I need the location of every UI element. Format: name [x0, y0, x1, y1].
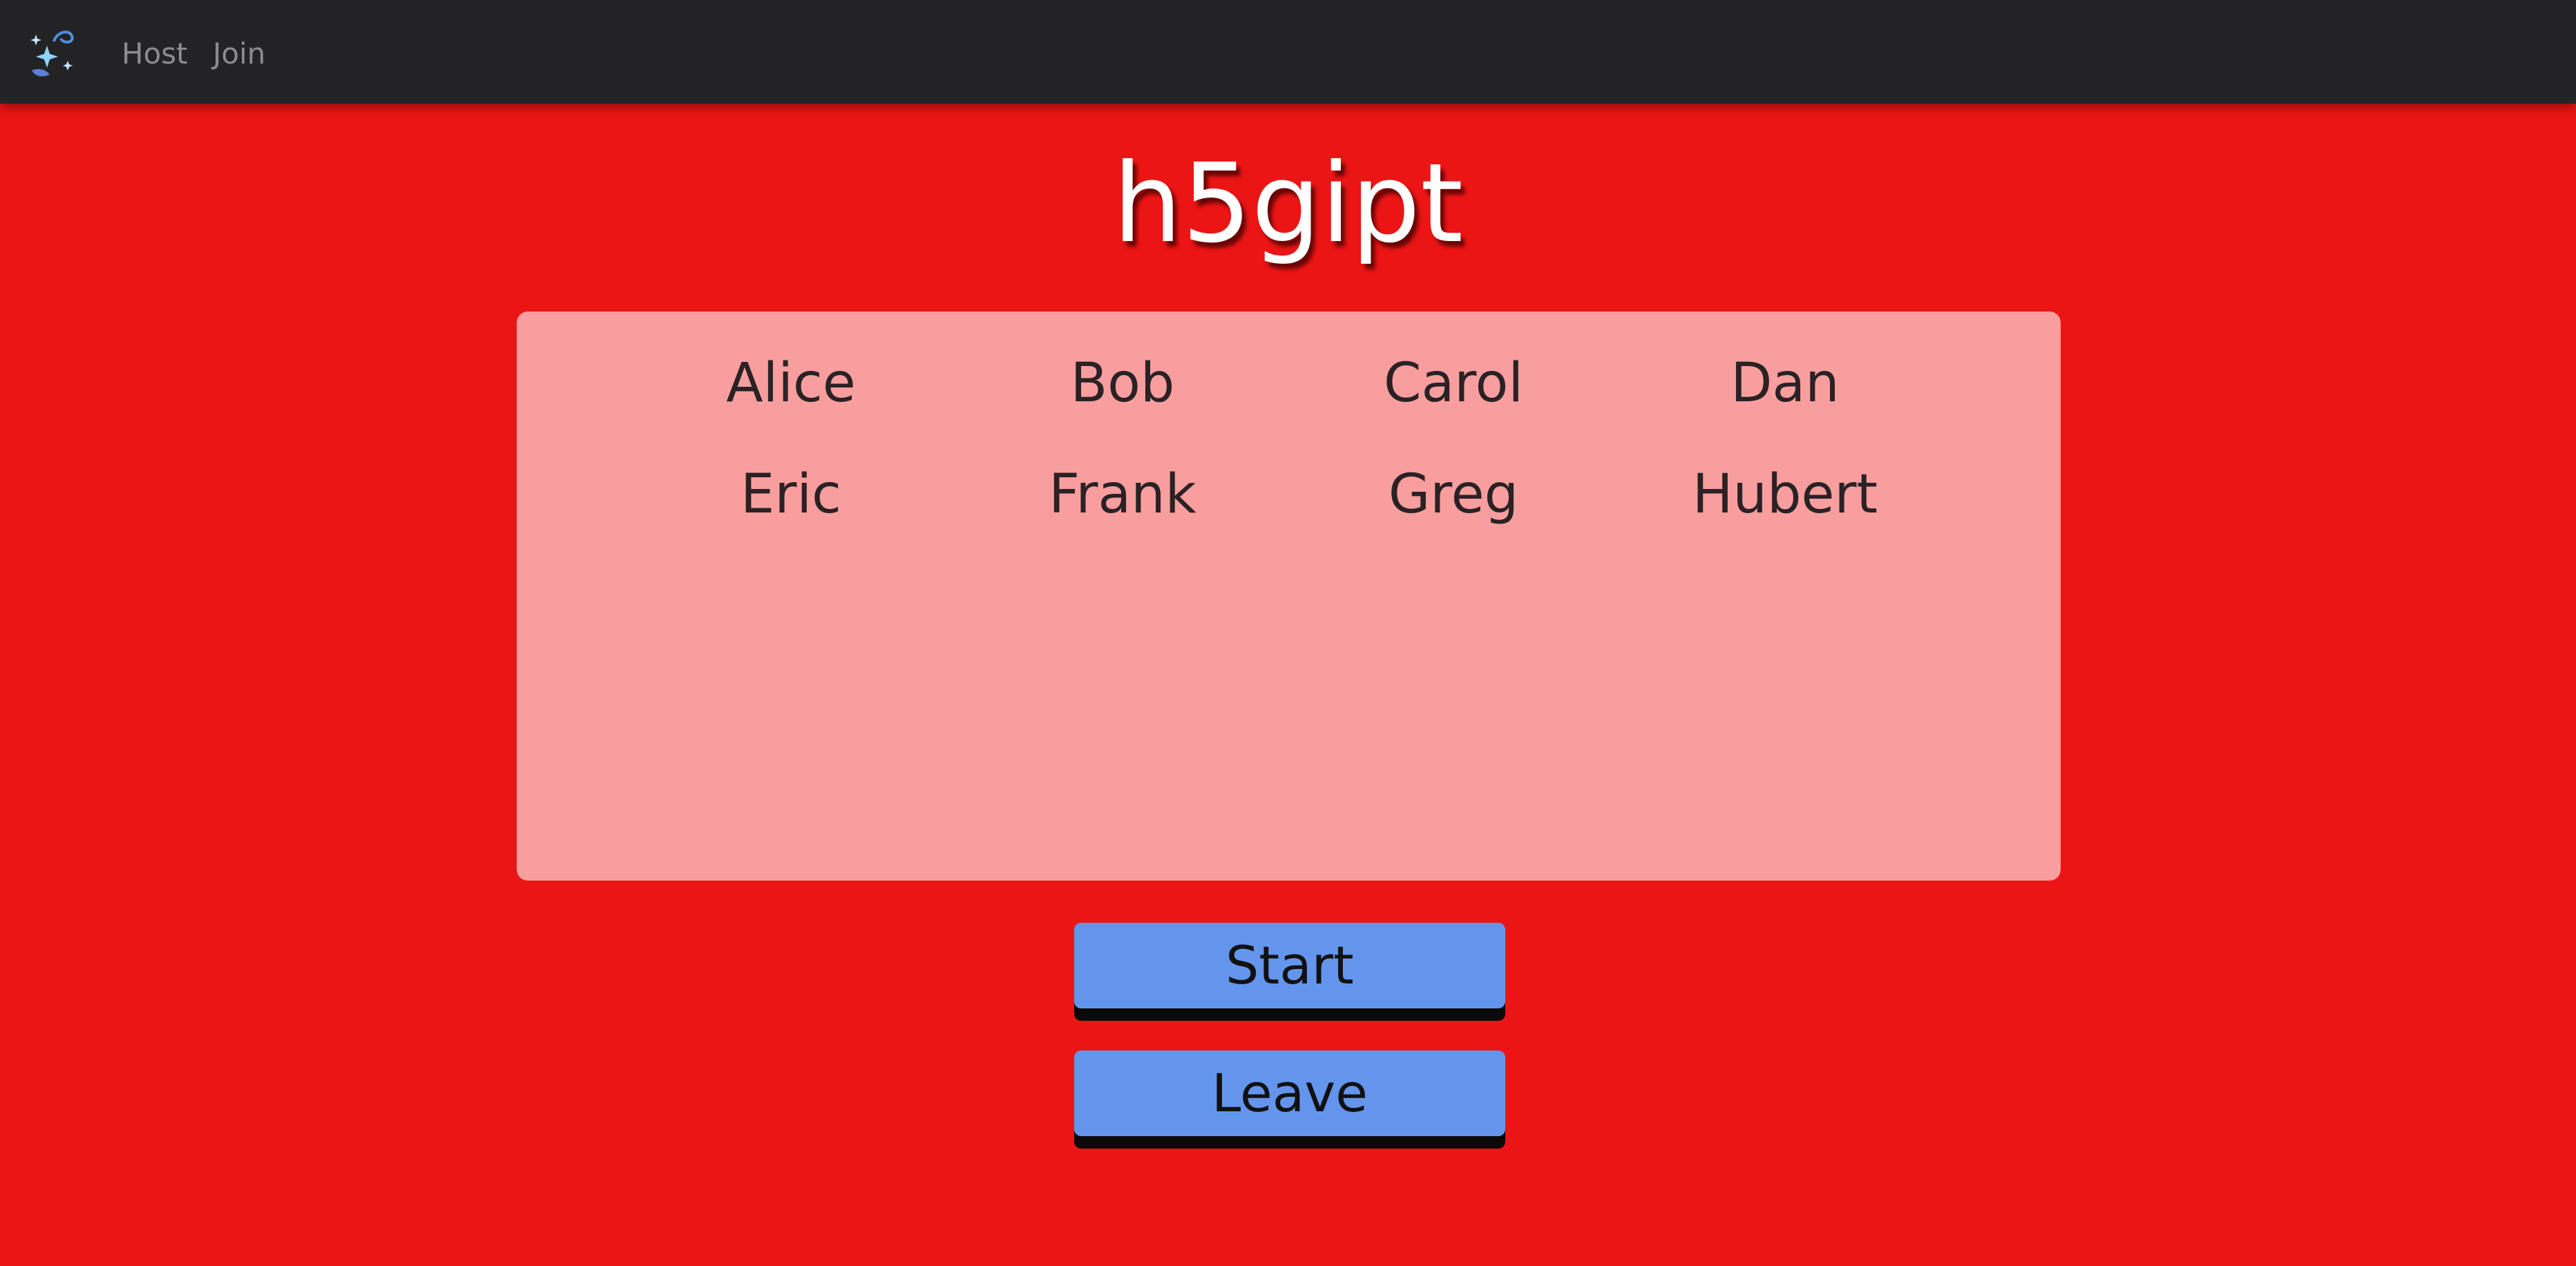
- player-name: Dan: [1730, 352, 1840, 414]
- room-code-title: h5gipt: [1112, 140, 1464, 267]
- leave-button[interactable]: Leave: [1074, 1051, 1505, 1136]
- player-name: Alice: [726, 352, 856, 414]
- sparkles-logo-icon[interactable]: [26, 26, 82, 81]
- player-name: Frank: [1049, 463, 1196, 526]
- nav-link-join[interactable]: Join: [213, 33, 265, 75]
- player-name: Greg: [1388, 463, 1519, 526]
- start-button[interactable]: Start: [1074, 923, 1505, 1008]
- player-name: Eric: [741, 463, 841, 526]
- top-navbar: Host Join: [0, 0, 2576, 104]
- players-panel: Alice Bob Carol Dan Eric Frank Greg Hube…: [517, 311, 2061, 881]
- nav-link-host[interactable]: Host: [122, 33, 188, 75]
- player-name: Hubert: [1692, 463, 1878, 526]
- player-name: Bob: [1070, 352, 1175, 414]
- player-name: Carol: [1383, 352, 1523, 414]
